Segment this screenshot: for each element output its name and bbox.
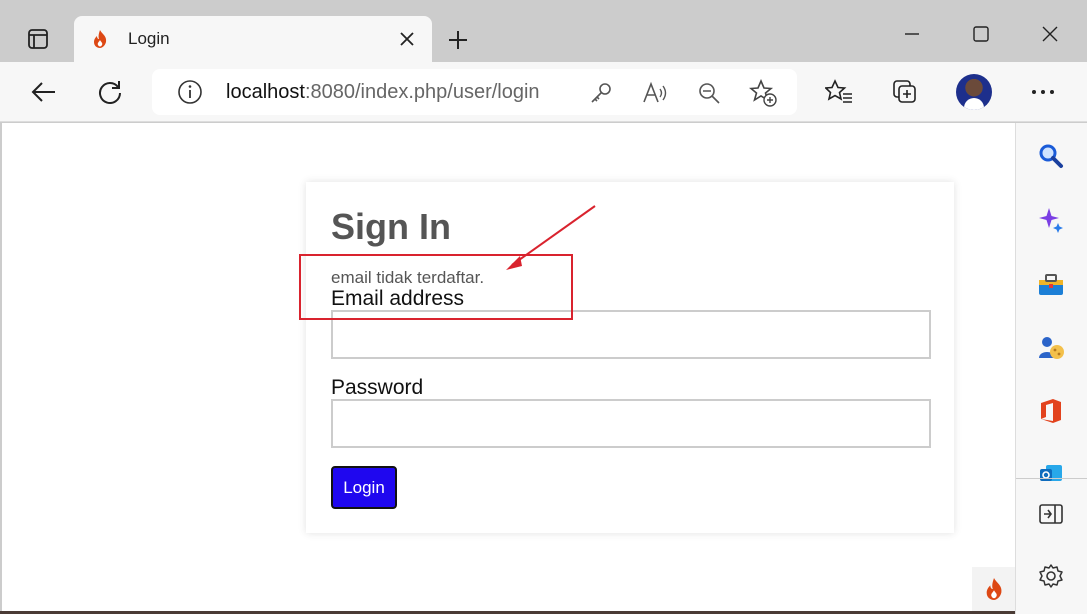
settings-icon[interactable] xyxy=(1034,559,1068,593)
more-button[interactable] xyxy=(1023,72,1063,112)
title-bar: Login xyxy=(0,0,1087,62)
back-button[interactable] xyxy=(24,72,64,112)
close-window-button[interactable] xyxy=(1030,14,1070,54)
collections-icon xyxy=(893,80,916,103)
browser-toolbar: localhost:8080/index.php/user/login xyxy=(0,62,1087,122)
split-screen-icon[interactable] xyxy=(1034,497,1068,531)
more-icon xyxy=(1032,90,1054,94)
codeigniter-flame-icon xyxy=(90,29,110,49)
maximize-icon xyxy=(973,26,989,42)
zoom-out-icon[interactable] xyxy=(694,78,724,108)
plus-icon xyxy=(449,31,467,49)
browser-tab-login[interactable]: Login xyxy=(74,16,432,62)
sidebar-divider xyxy=(1016,478,1087,479)
copilot-icon[interactable] xyxy=(1034,203,1068,237)
codeigniter-debug-badge[interactable] xyxy=(972,567,1015,611)
edge-sidebar xyxy=(1015,123,1087,614)
page-title: Sign In xyxy=(331,206,451,247)
games-icon[interactable] xyxy=(1034,331,1068,365)
add-favorite-icon[interactable] xyxy=(748,78,778,108)
search-icon[interactable] xyxy=(1034,139,1068,173)
page-viewport: Sign In email tidak terdaftar. Email add… xyxy=(2,123,1015,611)
tab-actions-icon xyxy=(28,29,48,49)
refresh-icon xyxy=(99,81,121,104)
tools-icon[interactable] xyxy=(1034,268,1068,302)
read-aloud-icon[interactable] xyxy=(640,78,670,108)
url-host: localhost xyxy=(226,80,305,103)
minimize-icon xyxy=(905,33,919,35)
password-label: Password xyxy=(331,376,424,399)
annotation-arrow xyxy=(506,205,596,270)
tab-title: Login xyxy=(128,29,170,48)
profile-avatar[interactable] xyxy=(956,74,992,110)
favorites-button[interactable] xyxy=(819,72,859,112)
close-window-icon xyxy=(1042,26,1058,42)
codeigniter-flame-icon xyxy=(986,578,1001,600)
new-tab-button[interactable] xyxy=(440,22,476,58)
info-icon[interactable] xyxy=(176,78,204,106)
tab-actions-button[interactable] xyxy=(14,19,62,59)
key-icon[interactable] xyxy=(586,78,616,108)
outlook-icon[interactable] xyxy=(1034,456,1068,490)
password-field[interactable] xyxy=(331,399,931,448)
close-tab-icon[interactable] xyxy=(392,24,422,54)
refresh-button[interactable] xyxy=(90,72,130,112)
minimize-button[interactable] xyxy=(892,14,932,54)
login-card: Sign In email tidak terdaftar. Email add… xyxy=(306,182,954,533)
maximize-button[interactable] xyxy=(961,14,1001,54)
office-icon[interactable] xyxy=(1034,394,1068,428)
back-icon xyxy=(31,82,55,102)
url-text: localhost:8080/index.php/user/login xyxy=(226,81,540,104)
collections-button[interactable] xyxy=(885,72,925,112)
login-button[interactable]: Login xyxy=(331,466,397,509)
address-bar[interactable]: localhost:8080/index.php/user/login xyxy=(152,69,797,115)
url-path: :8080/index.php/user/login xyxy=(304,80,540,103)
favorites-icon xyxy=(825,79,852,103)
